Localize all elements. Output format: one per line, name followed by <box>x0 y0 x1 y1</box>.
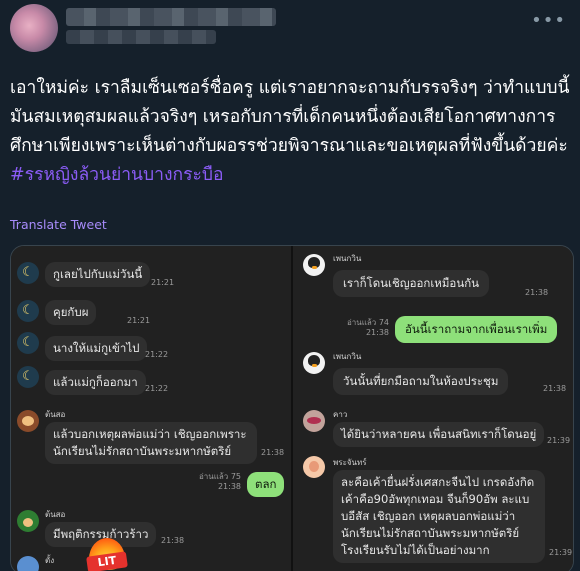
chat-screenshot-left: ☾ กูเลยไปกับแม่วันนี้ 21:21 ☾ คุยกับผ 21… <box>11 246 291 571</box>
sender-name: ต้นสอ <box>45 510 66 519</box>
message-time: 21:38 <box>261 448 285 457</box>
chat-bubble: ได้ยินว่าหลายคน เพื่อนสนิทเราก็โดนอยู่ <box>333 422 545 447</box>
tweet-text: เอาใหม่ค่ะ เราลืมเซ็นเซอร์ชื่อครู แต่เรา… <box>10 74 572 190</box>
penguin-avatar-icon <box>303 254 325 276</box>
moon-avatar-icon: ☾ <box>17 366 39 388</box>
blurred-username[interactable] <box>66 30 216 44</box>
chat-bubble: กูเลยไปกับแม่วันนี้ <box>45 262 151 287</box>
chat-bubble-own: อันนี้เราถามจากเพื่อนเราเพิ่ม <box>395 316 558 343</box>
chat-bubble: ละคือเค้ายื่นฝรั่งเศสกะจีนไป เกรดอังกิดเ… <box>333 470 545 563</box>
message-time: 21:38 <box>365 328 389 337</box>
user-avatar <box>17 410 39 432</box>
sender-name: พระจันทร์ <box>333 458 367 467</box>
message-meta: อ่านแล้ว 75 21:38 <box>191 472 241 492</box>
translate-tweet-link[interactable]: Translate Tweet <box>10 217 107 232</box>
chat-bubble-own: ตลก <box>247 472 285 497</box>
user-avatar <box>17 556 39 571</box>
chat-bubble: คุยกับผ <box>45 300 97 325</box>
message-time: 21:39 <box>547 436 571 445</box>
read-receipt: อ่านแล้ว 75 <box>198 472 241 481</box>
profile-avatar[interactable] <box>10 4 58 52</box>
tweet-media-image[interactable]: ☾ กูเลยไปกับแม่วันนี้ 21:21 ☾ คุยกับผ 21… <box>10 245 574 571</box>
sender-name: ต้นสอ <box>45 410 66 419</box>
more-options-icon[interactable]: ••• <box>531 10 566 31</box>
chat-bubble: แล้วแม่กูก็ออกมา <box>45 370 146 395</box>
message-time: 21:21 <box>151 278 175 287</box>
lit-sticker: LIT <box>85 538 129 571</box>
message-meta: อ่านแล้ว 74 21:38 <box>339 318 389 338</box>
message-time: 21:39 <box>549 548 573 557</box>
message-time: 21:22 <box>145 350 169 359</box>
moon-avatar-icon: ☾ <box>17 300 39 322</box>
sender-name: ตั้ง <box>45 556 55 565</box>
sender-name: เพนกวิน <box>333 352 362 361</box>
chat-screenshot-right: เพนกวิน เราก็โดนเชิญออกเหมือนกัน 21:38 อ… <box>293 246 573 571</box>
penguin-avatar-icon <box>303 352 325 374</box>
sender-name: คาว <box>333 410 348 419</box>
chat-bubble: เราก็โดนเชิญออกเหมือนกัน <box>333 270 490 297</box>
moon-avatar-icon: ☾ <box>17 332 39 354</box>
message-time: 21:22 <box>145 384 169 393</box>
message-time: 21:38 <box>525 288 549 297</box>
tweet-body: เอาใหม่ค่ะ เราลืมเซ็นเซอร์ชื่อครู แต่เรา… <box>10 78 570 156</box>
message-time: 21:38 <box>543 384 567 393</box>
chat-bubble: วันนั้นที่ยกมือถามในห้องประชุม <box>333 368 509 395</box>
chat-bubble: แล้วบอกเหตุผลพ่อแม่ว่า เชิญออกเพราะนักเร… <box>45 422 257 464</box>
moon-avatar-icon: ☾ <box>17 262 39 284</box>
user-avatar <box>303 456 325 478</box>
message-time: 21:38 <box>217 482 241 491</box>
chat-bubble: นางให้แม่กูเข้าไป <box>45 336 148 361</box>
user-avatar <box>303 410 325 432</box>
message-time: 21:38 <box>161 536 185 545</box>
read-receipt: อ่านแล้ว 74 <box>346 318 389 327</box>
sender-name: เพนกวิน <box>333 254 362 263</box>
message-time: 21:21 <box>127 316 151 325</box>
blurred-display-name[interactable] <box>66 8 276 26</box>
hashtag-link[interactable]: #รรหญิงล้วนย่านบางกระบือ <box>10 165 224 185</box>
user-avatar <box>17 510 39 532</box>
